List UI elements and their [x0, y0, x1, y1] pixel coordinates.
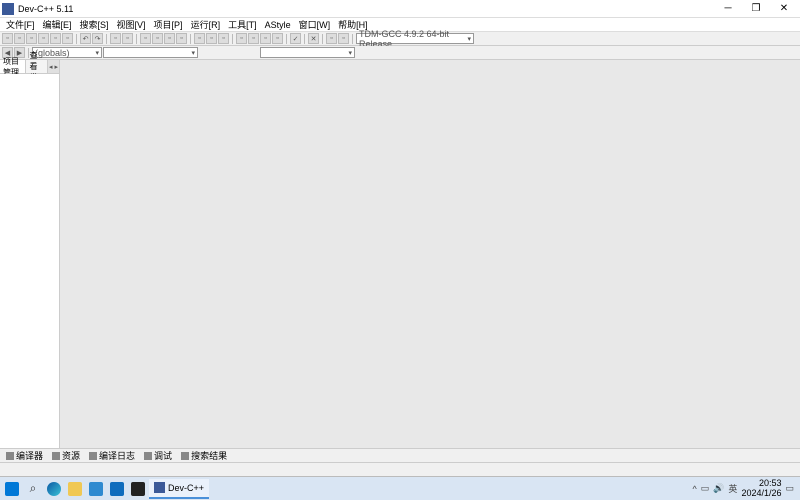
help-button[interactable]: ▫ — [326, 33, 337, 44]
tab-search-results[interactable]: 搜索结果 — [177, 448, 231, 463]
run-button[interactable]: ▫ — [152, 33, 163, 44]
start-button[interactable] — [2, 479, 22, 499]
maximize-button[interactable]: ❐ — [742, 0, 770, 18]
tray-ime[interactable]: 英 — [728, 482, 737, 495]
function-select[interactable] — [103, 47, 198, 58]
save-all-button[interactable]: ▫ — [38, 33, 49, 44]
replace-button[interactable]: ▫ — [122, 33, 133, 44]
undo-button[interactable]: ↶ — [80, 33, 91, 44]
taskbar-store[interactable] — [86, 479, 106, 499]
toolbar-main: ▫ ▫ ▫ ▫ ▫ ▫ ↶ ↷ ▫ ▫ ▫ ▫ ▫ ▫ ▫ ▫ ▫ ▫ ▫ ▫ … — [0, 32, 800, 46]
titlebar: Dev-C++ 5.11 ─ ❐ ✕ — [0, 0, 800, 18]
compile-run-button[interactable]: ▫ — [164, 33, 175, 44]
main-area: 项目管理 查看类 ◂ ▸ — [0, 60, 800, 448]
windows-taskbar: ⌕ Dev-C++ ^ ▭ 🔊 英 20:53 2024/1/26 ▭ — [0, 476, 800, 500]
menu-file[interactable]: 文件[F] — [2, 18, 39, 31]
tab-resources[interactable]: 资源 — [48, 448, 84, 463]
tab-debug[interactable]: 调试 — [140, 448, 176, 463]
tray-notifications-icon[interactable]: ▭ — [785, 483, 794, 494]
debug-icon — [144, 452, 152, 460]
editor-area[interactable] — [60, 60, 800, 448]
app-icon — [2, 3, 14, 15]
devcpp-icon — [154, 482, 165, 493]
print-button[interactable]: ▫ — [62, 33, 73, 44]
debug-button[interactable]: ▫ — [194, 33, 205, 44]
rebuild-button[interactable]: ▫ — [176, 33, 187, 44]
goto-button[interactable]: ✕ — [308, 33, 319, 44]
redo-button[interactable]: ↷ — [92, 33, 103, 44]
remove-file-button[interactable]: ▫ — [272, 33, 283, 44]
bottom-panel-tabs: 编译器 资源 编译日志 调试 搜索结果 — [0, 448, 800, 462]
tab-class-view[interactable]: 查看类 — [26, 60, 48, 73]
taskbar-terminal[interactable] — [128, 479, 148, 499]
menu-search[interactable]: 搜索[S] — [76, 18, 113, 31]
minimize-button[interactable]: ─ — [714, 0, 742, 18]
search-button[interactable]: ⌕ — [23, 479, 43, 499]
taskbar-edge[interactable] — [44, 479, 64, 499]
save-button[interactable]: ▫ — [26, 33, 37, 44]
window-title: Dev-C++ 5.11 — [18, 4, 714, 14]
taskbar-explorer[interactable] — [65, 479, 85, 499]
open-button[interactable]: ▫ — [14, 33, 25, 44]
tab-project-manager[interactable]: 项目管理 — [0, 60, 26, 73]
statusbar — [0, 462, 800, 476]
tab-compile-log[interactable]: 编译日志 — [85, 448, 139, 463]
resources-icon — [52, 452, 60, 460]
menu-view[interactable]: 视图[V] — [113, 18, 150, 31]
taskbar-mail[interactable] — [107, 479, 127, 499]
compiler-select[interactable]: TDM-GCC 4.9.2 64-bit Release — [356, 33, 474, 44]
menu-tools[interactable]: 工具[T] — [224, 18, 261, 31]
menu-edit[interactable]: 编辑[E] — [39, 18, 76, 31]
project-tree[interactable] — [0, 74, 59, 448]
sidebar-tabs: 项目管理 查看类 ◂ ▸ — [0, 60, 59, 74]
project-options-button[interactable]: ▫ — [248, 33, 259, 44]
system-tray: ^ ▭ 🔊 英 20:53 2024/1/26 ▭ — [692, 479, 798, 499]
new-project-button[interactable]: ▫ — [236, 33, 247, 44]
profile-button[interactable]: ▫ — [218, 33, 229, 44]
clock[interactable]: 20:53 2024/1/26 — [741, 479, 781, 499]
find-button[interactable]: ▫ — [110, 33, 121, 44]
add-file-button[interactable]: ▫ — [260, 33, 271, 44]
sidebar: 项目管理 查看类 ◂ ▸ — [0, 60, 60, 448]
compile-button[interactable]: ▫ — [140, 33, 151, 44]
menu-astyle[interactable]: AStyle — [261, 20, 295, 30]
tray-wifi-icon[interactable]: ▭ — [701, 483, 710, 494]
stop-button[interactable]: ▫ — [206, 33, 217, 44]
new-file-button[interactable]: ▫ — [2, 33, 13, 44]
taskbar-devcpp[interactable]: Dev-C++ — [149, 479, 209, 499]
menu-window[interactable]: 窗口[W] — [295, 18, 335, 31]
tray-volume-icon[interactable]: 🔊 — [713, 483, 724, 494]
close-file-button[interactable]: ▫ — [50, 33, 61, 44]
toolbar-nav: ◀ ▶ (globals) — [0, 46, 800, 60]
tray-chevron-icon[interactable]: ^ — [692, 484, 696, 494]
check-button[interactable]: ✓ — [290, 33, 301, 44]
menu-project[interactable]: 项目[P] — [150, 18, 187, 31]
log-icon — [89, 452, 97, 460]
close-button[interactable]: ✕ — [770, 0, 798, 18]
menu-run[interactable]: 运行[R] — [187, 18, 225, 31]
about-button[interactable]: ▫ — [338, 33, 349, 44]
tab-compiler[interactable]: 编译器 — [2, 448, 47, 463]
compiler-icon — [6, 452, 14, 460]
tab-scroll-right[interactable]: ▸ — [54, 60, 59, 73]
class-select[interactable] — [260, 47, 355, 58]
search-icon — [181, 452, 189, 460]
